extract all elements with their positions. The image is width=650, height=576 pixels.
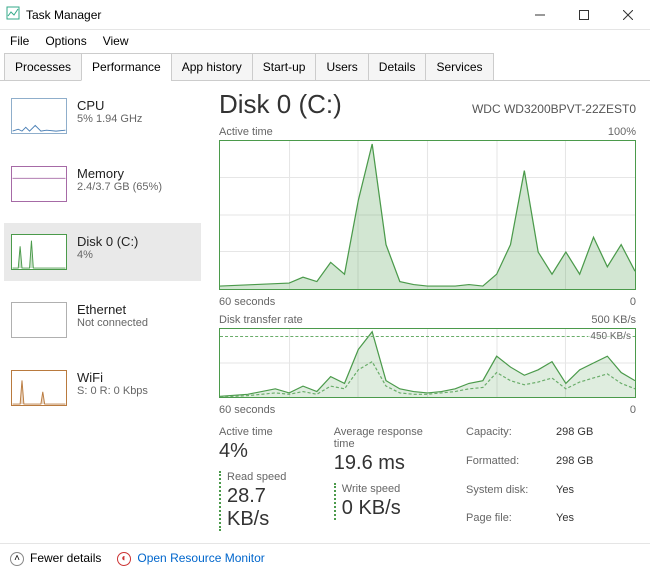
chart-transfer-label: Disk transfer rate: [219, 314, 303, 326]
tab-performance[interactable]: Performance: [81, 53, 172, 81]
sidebar-item-sub: S: 0 R: 0 Kbps: [77, 385, 148, 397]
kv-sysdisk-k: System disk:: [466, 484, 556, 511]
sidebar-item-label: Ethernet: [77, 302, 148, 317]
stat-write-label: Write speed: [342, 483, 442, 495]
window-title: Task Manager: [26, 8, 518, 22]
sidebar-item-disk[interactable]: Disk 0 (C:) 4%: [4, 223, 201, 281]
menu-view[interactable]: View: [103, 34, 129, 48]
sidebar: CPU 5% 1.94 GHz Memory 2.4/3.7 GB (65%) …: [0, 81, 205, 543]
stat-active-time-value: 4%: [219, 440, 310, 463]
tab-processes[interactable]: Processes: [4, 53, 82, 81]
minimize-button[interactable]: [518, 0, 562, 30]
wifi-thumb-icon: [11, 370, 67, 406]
app-icon: [6, 6, 20, 23]
menu-options[interactable]: Options: [45, 34, 86, 48]
tabs: Processes Performance App history Start-…: [0, 52, 650, 81]
menu-bar: File Options View: [0, 30, 650, 52]
main-panel: Disk 0 (C:) WDC WD3200BPVT-22ZEST0 Activ…: [205, 81, 650, 543]
sidebar-item-wifi[interactable]: WiFi S: 0 R: 0 Kbps: [4, 359, 201, 417]
chart-x-right: 0: [630, 296, 636, 308]
sidebar-item-memory[interactable]: Memory 2.4/3.7 GB (65%): [4, 155, 201, 213]
sidebar-item-label: Disk 0 (C:): [77, 234, 138, 249]
kv-pagefile-k: Page file:: [466, 512, 556, 539]
chart-active-max: 100%: [608, 126, 636, 138]
open-resource-monitor-link[interactable]: ◐Open Resource Monitor: [117, 551, 264, 566]
memory-thumb-icon: [11, 166, 67, 202]
transfer-dash-label: 450 KB/s: [588, 331, 633, 342]
cpu-thumb-icon: [11, 98, 67, 134]
sidebar-item-cpu[interactable]: CPU 5% 1.94 GHz: [4, 87, 201, 145]
disk-model: WDC WD3200BPVT-22ZEST0: [472, 102, 636, 116]
stat-write-value: 0 KB/s: [342, 497, 442, 520]
chart-x-left: 60 seconds: [219, 404, 275, 416]
kv-capacity-k: Capacity:: [466, 426, 556, 453]
kv-formatted-k: Formatted:: [466, 455, 556, 482]
transfer-rate-chart: 450 KB/s: [219, 328, 636, 398]
menu-file[interactable]: File: [10, 34, 29, 48]
chart-x-left: 60 seconds: [219, 296, 275, 308]
chart-transfer-max: 500 KB/s: [591, 314, 636, 326]
stat-active-time-label: Active time: [219, 426, 310, 438]
sidebar-item-sub: 5% 1.94 GHz: [77, 113, 142, 125]
sidebar-item-sub: 2.4/3.7 GB (65%): [77, 181, 162, 193]
sidebar-item-label: WiFi: [77, 370, 148, 385]
page-title: Disk 0 (C:): [219, 89, 342, 120]
stat-read-value: 28.7 KB/s: [227, 485, 310, 531]
sidebar-item-label: Memory: [77, 166, 162, 181]
sidebar-item-sub: Not connected: [77, 317, 148, 329]
kv-formatted-v: 298 GB: [556, 455, 636, 482]
sidebar-item-label: CPU: [77, 98, 142, 113]
tab-app-history[interactable]: App history: [171, 53, 253, 81]
stat-read-label: Read speed: [227, 471, 310, 483]
chart-x-right: 0: [630, 404, 636, 416]
disk-thumb-icon: [11, 234, 67, 270]
chevron-up-icon: ˄: [10, 552, 24, 566]
kv-capacity-v: 298 GB: [556, 426, 636, 453]
stat-avg-resp-label: Average response time: [334, 426, 442, 450]
tab-details[interactable]: Details: [368, 53, 427, 81]
sidebar-item-sub: 4%: [77, 249, 138, 261]
tab-startup[interactable]: Start-up: [252, 53, 317, 81]
tab-services[interactable]: Services: [425, 53, 493, 81]
close-button[interactable]: [606, 0, 650, 30]
fewer-details-button[interactable]: ˄Fewer details: [10, 551, 101, 566]
sidebar-item-ethernet[interactable]: Ethernet Not connected: [4, 291, 201, 349]
footer: ˄Fewer details ◐Open Resource Monitor: [0, 543, 650, 573]
chart-active-label: Active time: [219, 126, 273, 138]
kv-pagefile-v: Yes: [556, 512, 636, 539]
title-bar: Task Manager: [0, 0, 650, 30]
active-time-chart: [219, 140, 636, 290]
stat-avg-resp-value: 19.6 ms: [334, 452, 442, 475]
monitor-icon: ◐: [117, 552, 131, 566]
ethernet-thumb-icon: [11, 302, 67, 338]
disk-info-table: Capacity:298 GB Formatted:298 GB System …: [466, 426, 636, 539]
maximize-button[interactable]: [562, 0, 606, 30]
tab-users[interactable]: Users: [315, 53, 368, 81]
kv-sysdisk-v: Yes: [556, 484, 636, 511]
